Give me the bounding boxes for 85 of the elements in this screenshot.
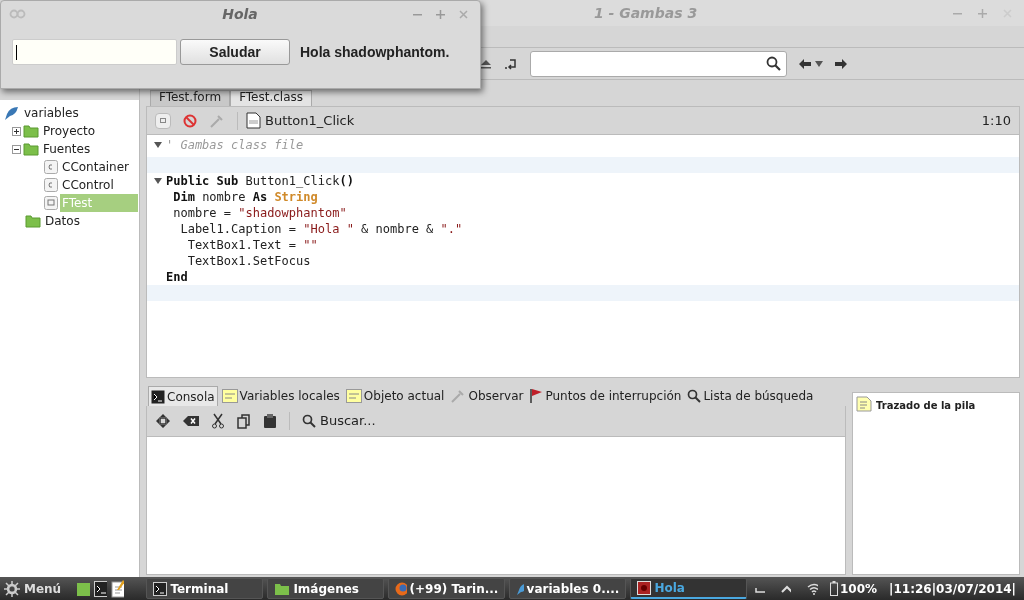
panel-tab[interactable]: Puntos de interrupción xyxy=(527,386,684,406)
cursor-position: 1:10 xyxy=(981,111,1011,130)
taskbar-button[interactable]: Imágenes xyxy=(267,578,385,599)
terminal-icon xyxy=(153,581,168,596)
clock[interactable]: |11:26|03/07/2014| xyxy=(889,579,1016,598)
code-line: Public Sub Button1_Click() xyxy=(166,173,354,190)
taskbar-button[interactable]: Hola xyxy=(630,578,748,599)
editor-tab[interactable]: FTest.class xyxy=(230,90,313,106)
editor-tab[interactable]: FTest.form xyxy=(150,90,231,106)
terminal-icon[interactable] xyxy=(94,580,107,597)
gear-icon xyxy=(4,580,20,597)
battery-level: 100% xyxy=(840,580,878,598)
code-line: Dim nombre As String xyxy=(172,189,318,206)
window-title: 1 - Gambas 3 xyxy=(593,3,698,23)
me-note-icon xyxy=(345,389,362,403)
bird-icon xyxy=(516,581,524,596)
text-input[interactable] xyxy=(12,39,177,65)
taskbar-button[interactable]: variables 0.... xyxy=(509,578,627,599)
tree-item[interactable]: CControl xyxy=(60,176,116,194)
collapse-icon[interactable] xyxy=(12,144,21,154)
sub-document-icon xyxy=(246,112,261,129)
code-line: TextBox1.SetFocus xyxy=(186,253,311,270)
dialog-title: Hola xyxy=(222,4,258,24)
return-icon[interactable] xyxy=(504,57,518,70)
taskbar-button[interactable]: Terminal xyxy=(146,578,264,599)
eject-icon[interactable] xyxy=(480,58,492,69)
wifi-icon[interactable] xyxy=(806,582,818,595)
code-line: nombre = "shadowphantom" xyxy=(172,205,347,222)
tree-item[interactable]: Fuentes xyxy=(41,140,93,158)
flag-icon xyxy=(529,388,544,404)
caret-up-icon[interactable] xyxy=(781,583,791,594)
expand-icon[interactable] xyxy=(12,126,21,136)
folder-icon xyxy=(23,142,39,156)
class-file-icon xyxy=(44,178,58,192)
stack-trace-title: Trazado de la pila xyxy=(876,399,976,413)
search-field[interactable] xyxy=(530,50,787,77)
panel-tab[interactable]: Consola xyxy=(148,386,218,406)
panel-tab[interactable]: Objeto actual xyxy=(343,386,447,406)
notepad-icon[interactable] xyxy=(111,579,124,598)
folder-icon xyxy=(25,214,41,228)
tree-item[interactable]: variables xyxy=(22,104,81,122)
tree-item[interactable]: Datos xyxy=(43,212,82,230)
code-comment: ' Gambas class file xyxy=(166,137,304,154)
cut-icon[interactable] xyxy=(211,413,225,429)
browser-icon xyxy=(395,581,407,596)
back-arrow-icon[interactable] xyxy=(799,58,811,69)
search-button[interactable]: Buscar... xyxy=(302,411,376,431)
code-line: Label1.Caption = "Hola " & nombre & "." xyxy=(179,221,463,238)
panel-tab[interactable]: Observar xyxy=(448,386,526,406)
fold-icon[interactable] xyxy=(154,177,162,185)
taskbar-button[interactable]: (+99) Tarin... xyxy=(388,578,506,599)
copy-icon[interactable] xyxy=(237,413,251,429)
move-icon[interactable] xyxy=(155,413,171,429)
greet-button[interactable]: Saludar xyxy=(180,39,290,65)
bird-icon xyxy=(4,105,20,121)
dropdown-caret-icon[interactable] xyxy=(815,59,823,68)
fold-icon[interactable] xyxy=(154,141,162,149)
folder-icon xyxy=(274,581,291,596)
class-file-icon xyxy=(44,160,58,174)
paste-icon[interactable] xyxy=(263,413,277,429)
form-button[interactable] xyxy=(155,112,171,129)
tree-item[interactable]: CContainer xyxy=(60,158,132,176)
search-icon xyxy=(302,414,316,428)
clear-icon[interactable] xyxy=(183,415,199,427)
code-line: End xyxy=(166,269,188,286)
battery-icon[interactable] xyxy=(830,581,838,596)
forward-arrow-icon[interactable] xyxy=(835,58,847,69)
panel-tab[interactable]: Lista de búsqueda xyxy=(685,386,816,406)
panel-tab[interactable]: Variables locales xyxy=(219,386,342,406)
search-icon xyxy=(766,55,782,72)
window-icon xyxy=(637,581,652,595)
folder-icon xyxy=(23,124,39,138)
procedure-selector[interactable]: Button1_Click xyxy=(265,110,355,131)
menu-button[interactable]: Menú xyxy=(4,579,62,598)
tree-item[interactable]: Proyecto xyxy=(41,122,98,140)
dim-note-icon xyxy=(221,389,238,403)
form-file-icon xyxy=(44,196,58,210)
search-icon xyxy=(687,389,702,403)
stop-icon[interactable] xyxy=(183,113,197,128)
code-line: TextBox1.Text = "" xyxy=(186,237,318,254)
greeting-label: Hola shadowphantom. xyxy=(300,42,450,62)
code-editor[interactable]: ' Gambas class file Public Sub Button1_Click() Dim nombre As String nombre = "shadowphantom" Label1.Caption = "Hola " & nombre & "." TextBox1.Text = "" TextBox1.SetFocus End xyxy=(146,134,1020,378)
note-icon xyxy=(856,396,872,412)
folder-icon[interactable] xyxy=(75,580,91,597)
terminal-icon xyxy=(151,389,165,404)
